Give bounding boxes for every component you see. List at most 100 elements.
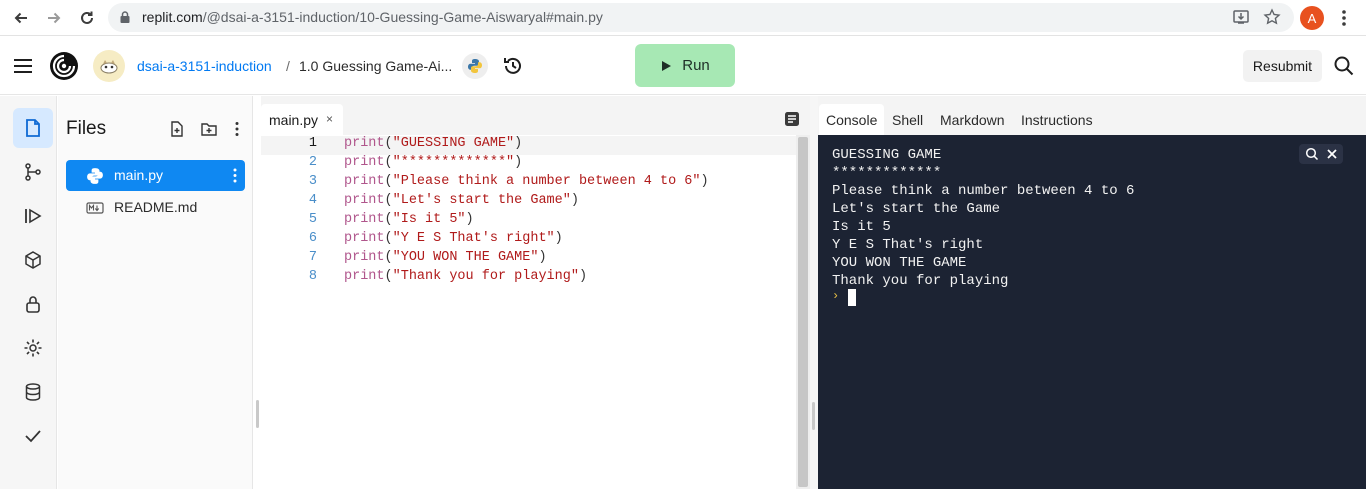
- editor-scrollbar[interactable]: [796, 135, 810, 489]
- address-bar[interactable]: replit.com/@dsai-a-3151-induction/10-Gue…: [108, 3, 1294, 32]
- code-line[interactable]: 8 print("Thank you for playing"): [261, 269, 796, 288]
- back-icon[interactable]: [9, 6, 33, 30]
- new-file-icon[interactable]: [168, 120, 186, 138]
- debugger-icon[interactable]: [13, 196, 53, 236]
- code-line[interactable]: 1 print("GUESSING GAME"): [261, 136, 796, 155]
- scrollbar-thumb[interactable]: [798, 137, 808, 487]
- file-name: main.py: [114, 167, 164, 183]
- database-icon[interactable]: [13, 372, 53, 412]
- code-string: "*************": [392, 155, 515, 170]
- line-number: 3: [308, 174, 317, 189]
- code-paren-open: (: [384, 174, 393, 189]
- tests-icon[interactable]: [13, 416, 53, 456]
- tab-instructions[interactable]: Instructions: [1014, 104, 1100, 135]
- code-line[interactable]: 3 print("Please think a number between 4 …: [261, 174, 796, 193]
- forward-icon[interactable]: [42, 6, 66, 30]
- code-line[interactable]: 5 print("Is it 5"): [261, 212, 796, 231]
- resize-handle[interactable]: [256, 400, 259, 428]
- resubmit-button[interactable]: Resubmit: [1243, 50, 1322, 82]
- new-folder-icon[interactable]: [200, 120, 218, 138]
- console-output[interactable]: GUESSING GAME ************* Please think a…: [818, 135, 1366, 489]
- files-menu-icon[interactable]: [228, 120, 246, 138]
- console-toolbar: [1299, 144, 1343, 164]
- code-paren-close: ): [578, 269, 588, 284]
- workspace-header: dsai-a-3151-induction / 1.0 Guessing Gam…: [0, 37, 1366, 95]
- resize-handle[interactable]: [812, 402, 815, 430]
- code-paren-open: (: [384, 250, 393, 265]
- play-icon: [662, 60, 672, 71]
- close-tab-icon[interactable]: ×: [326, 112, 333, 126]
- code-area[interactable]: 1 print("GUESSING GAME") 2 print("*********…: [261, 135, 796, 489]
- code-editor: main.py × 1 print("GUESSING GAME") 2 print(…: [261, 96, 810, 489]
- team-link[interactable]: dsai-a-3151-induction: [137, 58, 272, 74]
- code-paren-close: ): [514, 136, 523, 151]
- code-function: print: [344, 155, 385, 170]
- editor-options-icon[interactable]: [784, 111, 800, 127]
- code-text: print("GUESSING GAME"): [344, 136, 522, 151]
- editor-tab-label: main.py: [269, 112, 319, 128]
- code-string: "Is it 5": [392, 212, 466, 227]
- code-string: "Let's start the Game": [392, 193, 571, 208]
- code-line[interactable]: 7 print("YOU WON THE GAME"): [261, 250, 796, 269]
- code-line[interactable]: 4 print("Let's start the Game"): [261, 193, 796, 212]
- editor-tab-main-py[interactable]: main.py ×: [261, 104, 343, 135]
- replit-logo-icon[interactable]: [48, 50, 80, 82]
- url-text: replit.com/@dsai-a-3151-induction/10-Gue…: [142, 9, 603, 25]
- console-line: YOU WON THE GAME: [832, 255, 967, 271]
- code-paren-close: ): [465, 212, 474, 227]
- clear-console-icon[interactable]: [1324, 146, 1340, 162]
- url-path: /@dsai-a-3151-induction/10-Guessing-Game…: [202, 9, 603, 25]
- code-function: print: [344, 136, 385, 151]
- code-string: "YOU WON THE GAME": [392, 250, 539, 265]
- file-item-readme-md[interactable]: README.md: [66, 192, 245, 223]
- history-icon[interactable]: [502, 55, 524, 77]
- search-icon[interactable]: [1304, 146, 1320, 162]
- code-string: "Thank you for playing": [392, 269, 579, 284]
- hamburger-menu-icon[interactable]: [12, 55, 34, 77]
- file-menu-icon[interactable]: [229, 166, 241, 185]
- code-line[interactable]: 6 print("Y E S That's right"): [261, 231, 796, 250]
- install-app-icon[interactable]: [1232, 8, 1250, 26]
- repl-name[interactable]: 1.0 Guessing Game-Ai...: [299, 58, 452, 74]
- console-line: GUESSING GAME: [832, 147, 942, 163]
- line-number: 1: [308, 136, 317, 151]
- code-paren-close: ): [554, 231, 563, 246]
- search-icon[interactable]: [1332, 54, 1356, 78]
- console-prompt: ›: [832, 289, 840, 303]
- tab-markdown[interactable]: Markdown: [933, 104, 1012, 135]
- tab-console[interactable]: Console: [819, 104, 885, 135]
- bookmark-star-icon[interactable]: [1263, 8, 1281, 26]
- console-line: Thank you for playing: [832, 273, 1009, 289]
- file-item-main-py[interactable]: main.py: [66, 160, 245, 191]
- team-avatar[interactable]: [93, 50, 125, 82]
- code-string: "Please think a number between 4 to 6": [392, 174, 701, 189]
- code-text: print("Is it 5"): [344, 212, 474, 227]
- code-line[interactable]: 2 print("*************"): [261, 155, 796, 174]
- line-number: 2: [308, 155, 317, 170]
- reload-icon[interactable]: [75, 6, 99, 30]
- console-line: Y E S That's right: [832, 237, 984, 253]
- line-number: 7: [308, 250, 317, 265]
- line-number: 4: [308, 193, 317, 208]
- code-function: print: [344, 231, 385, 246]
- console-line: Let's start the Game: [832, 201, 1001, 217]
- settings-icon[interactable]: [13, 328, 53, 368]
- tab-shell[interactable]: Shell: [885, 104, 930, 135]
- secrets-icon[interactable]: [13, 284, 53, 324]
- browser-toolbar: replit.com/@dsai-a-3151-induction/10-Gue…: [0, 0, 1366, 36]
- browser-menu-icon[interactable]: [1334, 6, 1354, 30]
- breadcrumb-separator: /: [286, 58, 290, 74]
- console-cursor: [848, 289, 856, 306]
- packages-icon[interactable]: [13, 240, 53, 280]
- files-icon[interactable]: [13, 108, 53, 148]
- url-host: replit.com: [142, 9, 203, 25]
- run-button-label: Run: [682, 57, 710, 74]
- code-text: print("YOU WON THE GAME"): [344, 250, 547, 265]
- run-button[interactable]: Run: [635, 44, 735, 87]
- version-control-icon[interactable]: [13, 152, 53, 192]
- line-number: 8: [308, 269, 317, 284]
- profile-avatar[interactable]: A: [1300, 6, 1324, 30]
- language-badge[interactable]: [462, 53, 488, 79]
- console-line: Is it 5: [832, 219, 891, 235]
- code-paren-open: (: [384, 136, 393, 151]
